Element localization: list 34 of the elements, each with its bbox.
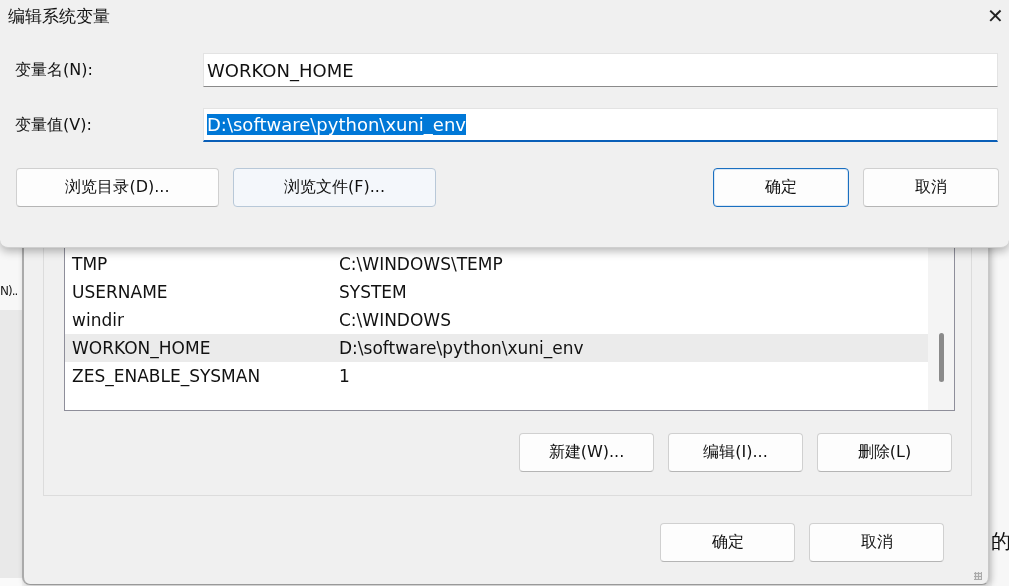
list-row[interactable]: windir C:\WINDOWS [65,306,928,334]
input-field[interactable]: WORKON_HOME [203,53,998,87]
list-button[interactable]: 新建(W)... [519,433,654,472]
list-button[interactable]: 编辑(I)... [668,433,803,472]
variable-name: TMP [72,254,109,274]
list-button[interactable]: 删除(L) [817,433,952,472]
variable-name: windir [72,310,125,330]
list-row[interactable]: TMP C:\WINDOWS\TEMP [65,250,928,278]
window-text: 的 [991,528,1009,555]
variable-value: D:\software\python\xuni_env [339,338,584,358]
dialog-button[interactable]: 确定 [713,168,849,207]
input-field[interactable]: D:\software\python\xuni_env [203,108,998,142]
variable-name: USERNAME [72,282,169,302]
field-label: 变量名(N): [15,59,94,81]
dialog-button[interactable]: 浏览文件(F)... [233,168,436,207]
list-row[interactable]: WORKON_HOME D:\software\python\xuni_env [65,334,928,362]
dialog-button[interactable]: 取消 [809,523,944,562]
dialog-button[interactable]: 确定 [660,523,795,562]
variable-value: SYSTEM [339,282,407,302]
resize-grip-icon[interactable] [974,572,982,580]
list-row[interactable]: USERNAME SYSTEM [65,278,928,306]
dialog-button[interactable]: 浏览目录(D)... [16,168,219,207]
scroll-thumb[interactable] [938,333,944,382]
button-label: N).. [0,284,18,298]
list-row[interactable]: ZES_ENABLE_SYSMAN 1 [65,362,928,390]
field-label: 变量值(V): [15,114,93,136]
variable-value: C:\WINDOWS [339,310,451,330]
variable-value: C:\WINDOWS\TEMP [339,254,503,274]
window-title: 编辑系统变量 [8,4,110,28]
variable-value: 1 [339,366,350,386]
dialog-button[interactable]: 取消 [863,168,999,207]
variable-name: WORKON_HOME [72,338,212,358]
close-button[interactable]: ✕ [981,2,1009,30]
variable-name: ZES_ENABLE_SYSMAN [72,366,262,386]
